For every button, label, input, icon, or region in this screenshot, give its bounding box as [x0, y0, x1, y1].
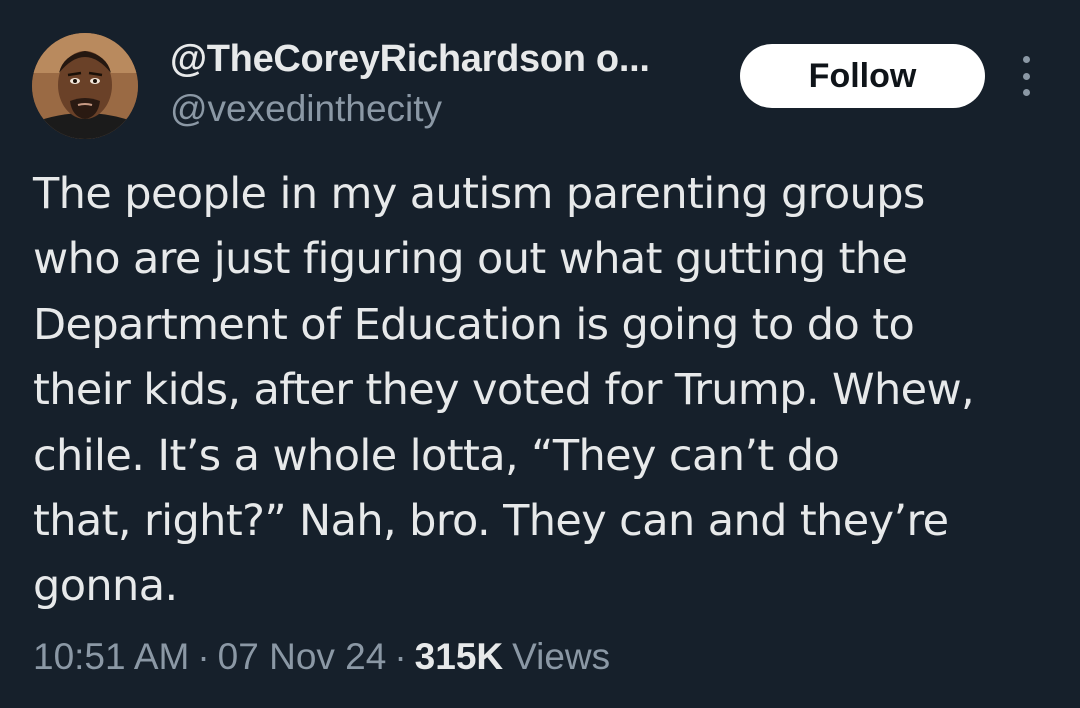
tweet-text-line: gonna.	[33, 561, 178, 612]
tweet-time[interactable]: 10:51 AM	[33, 636, 189, 678]
separator: ·	[394, 636, 407, 677]
tweet-meta: 10:51 AM · 07 Nov 24 · 315K Views	[33, 636, 610, 678]
author-display-name[interactable]: @TheCoreyRichardson o...	[170, 38, 650, 81]
tweet-text-line: that, right?” Nah, bro. They can and the…	[33, 496, 949, 547]
dot	[1022, 72, 1030, 80]
more-vertical-icon[interactable]	[1012, 56, 1040, 96]
avatar-image	[32, 33, 138, 139]
views-count[interactable]: 315K	[415, 636, 503, 678]
tweet-date[interactable]: 07 Nov 24	[218, 636, 387, 678]
tweet-text-line: Department of Education is going to do t…	[33, 299, 915, 350]
separator: ·	[197, 636, 210, 677]
tweet-text-line: chile. It’s a whole lotta, “They can’t d…	[33, 430, 840, 481]
tweet-card: @TheCoreyRichardson o... @vexedinthecity…	[0, 0, 1080, 708]
tweet-text-line: The people in my autism parenting groups	[33, 169, 925, 219]
author-handle[interactable]: @vexedinthecity	[170, 88, 442, 130]
dot	[1022, 89, 1030, 96]
tweet-text-line: their kids, after they voted for Trump. …	[33, 365, 975, 416]
follow-button[interactable]: Follow	[740, 44, 985, 108]
views-label: Views	[512, 636, 611, 677]
dot	[1022, 56, 1030, 63]
tweet-text: The people in my autism parenting groups…	[33, 162, 1063, 620]
avatar[interactable]	[32, 33, 138, 139]
tweet-text-line: who are just figuring out what gutting t…	[33, 234, 908, 285]
